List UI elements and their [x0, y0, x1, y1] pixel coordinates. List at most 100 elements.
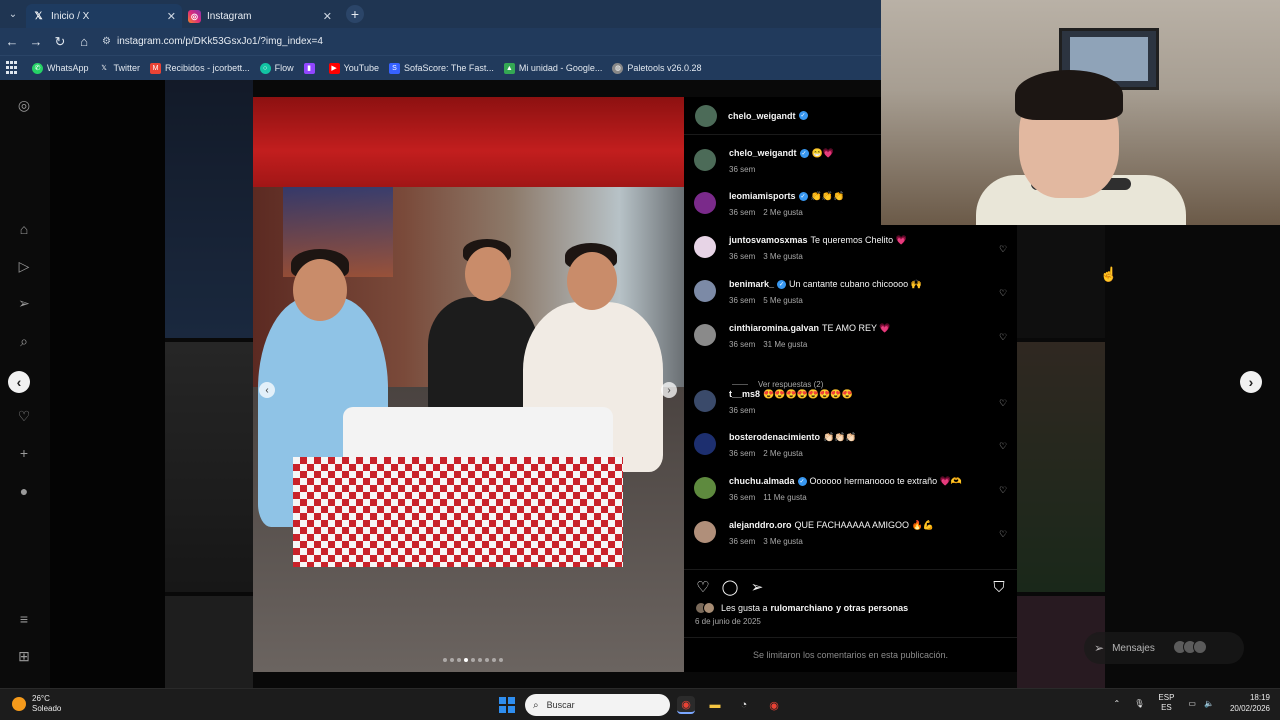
instagram-logo-icon[interactable]: ◎	[13, 94, 35, 116]
comment-meta: 36 sem 3 Me gusta	[729, 252, 803, 261]
comment-meta: 36 sem 5 Me gusta	[729, 296, 803, 305]
likes-summary[interactable]: Les gusta a rulomarchiano y otras person…	[695, 602, 908, 614]
chrome-profile-icon[interactable]: ◉	[765, 696, 783, 714]
carousel-next-icon[interactable]: ›	[661, 382, 677, 398]
comment-bubble-icon[interactable]: ◯	[721, 578, 739, 596]
comment-username[interactable]: alejanddro.oro	[729, 520, 792, 530]
language-indicator[interactable]: ESP ES	[1158, 693, 1174, 713]
bookmark-gmail[interactable]: M Recibidos - jcorbett...	[150, 62, 250, 74]
comment-username[interactable]: bosterodenacimiento	[729, 432, 820, 442]
comment-meta: 36 sem 3 Me gusta	[729, 537, 803, 546]
forward-button[interactable]: →	[24, 28, 48, 55]
comment-username[interactable]: t__ms8	[729, 389, 760, 399]
avatar[interactable]	[694, 521, 716, 543]
microphone-icon[interactable]: 🎙	[1134, 699, 1144, 708]
avatar[interactable]	[694, 324, 716, 346]
comment-likes[interactable]: 2 Me gusta	[763, 449, 803, 458]
file-explorer-icon[interactable]: ▬	[706, 696, 724, 714]
avatar[interactable]	[694, 149, 716, 171]
comment-meta: 36 sem 31 Me gusta	[729, 340, 807, 349]
comment-likes[interactable]: 5 Me gusta	[763, 296, 803, 305]
avatar[interactable]	[694, 477, 716, 499]
comment-like-heart-icon[interactable]: ♡	[999, 529, 1007, 540]
network-icon[interactable]: ▭	[1188, 699, 1196, 708]
avatar[interactable]	[694, 192, 716, 214]
bookmark-sofascore[interactable]: S SofaScore: The Fast...	[388, 62, 494, 74]
share-send-icon[interactable]: ➢	[748, 578, 766, 596]
close-icon[interactable]: ✕	[323, 10, 332, 23]
volume-icon[interactable]: 🔈	[1204, 699, 1214, 708]
like-heart-icon[interactable]: ♡	[694, 578, 712, 596]
home-button[interactable]: ⌂	[72, 28, 96, 55]
app-icon[interactable]: ◔	[735, 696, 753, 714]
x-logo-icon: 𝕏	[34, 10, 43, 22]
next-post-button[interactable]: ›	[1240, 371, 1262, 393]
avatar[interactable]	[694, 236, 716, 258]
comment-meta: 36 sem 2 Me gusta	[729, 208, 803, 217]
avatar[interactable]	[694, 390, 716, 412]
also-from-meta-icon[interactable]: ⊞	[13, 645, 35, 667]
back-button[interactable]: ←	[0, 28, 24, 55]
bookmark-youtube[interactable]: ▶ YouTube	[328, 62, 379, 74]
liked-by-user[interactable]: rulomarchiano	[771, 603, 834, 613]
save-bookmark-icon[interactable]: ⛉	[990, 578, 1008, 596]
author-avatar[interactable]	[695, 104, 717, 127]
carousel-prev-icon[interactable]: ‹	[259, 382, 275, 398]
bookmark-twitter[interactable]: 𝕏 Twitter	[99, 63, 140, 74]
post-photo[interactable]: ‹ ›	[253, 97, 684, 672]
comment-like-heart-icon[interactable]: ♡	[999, 244, 1007, 255]
comment-username[interactable]: juntosvamosxmas	[729, 235, 808, 245]
tab-search-chevron-icon[interactable]: ⌄	[0, 0, 26, 28]
more-menu-icon[interactable]: ≡	[13, 608, 35, 630]
new-tab-button[interactable]: +	[346, 5, 364, 23]
clock[interactable]: 18:19 20/02/2026	[1230, 692, 1270, 714]
site-info-icon[interactable]: ⚙	[102, 36, 111, 47]
comment-username[interactable]: chuchu.almada	[729, 476, 795, 486]
comment-likes[interactable]: 3 Me gusta	[763, 252, 803, 261]
comment-row: benimark_ ✓ Un cantante cubano chicoooo 🙌 3…	[684, 278, 1017, 318]
comment-likes[interactable]: 31 Me gusta	[763, 340, 807, 349]
search-icon[interactable]: ⌕	[13, 330, 35, 352]
messages-icon[interactable]: ➢	[13, 292, 35, 314]
comment-username[interactable]: leomiamisports	[729, 191, 796, 201]
weather-widget[interactable]: 26°C Soleado	[12, 694, 61, 714]
comment-likes[interactable]: 3 Me gusta	[763, 537, 803, 546]
reload-button[interactable]: ↻	[48, 28, 72, 55]
tab-instagram[interactable]: ◎ Instagram ✕	[182, 4, 338, 28]
avatar[interactable]	[694, 433, 716, 455]
previous-post-button[interactable]: ‹	[8, 371, 30, 393]
tab-x[interactable]: 𝕏 Inicio / X ✕	[26, 4, 182, 28]
url-bar[interactable]: ⚙ instagram.com/p/DKk53GsxJo1/?img_index…	[102, 30, 873, 53]
taskbar-search[interactable]: ⌕ Buscar	[525, 694, 670, 716]
bookmark-whatsapp[interactable]: ✆ WhatsApp	[32, 62, 89, 74]
comment-username[interactable]: benimark_	[729, 279, 774, 289]
close-icon[interactable]: ✕	[167, 10, 176, 23]
comment-username[interactable]: cinthiaromina.galvan	[729, 323, 819, 333]
comment-like-heart-icon[interactable]: ♡	[999, 485, 1007, 496]
liked-by-suffix[interactable]: y otras personas	[836, 603, 908, 613]
show-hidden-icons-chevron-icon[interactable]: ⌃	[1114, 699, 1121, 708]
bookmark-google-drive[interactable]: ▲ Mi unidad - Google...	[503, 62, 602, 74]
apps-grid-icon[interactable]	[6, 61, 20, 75]
create-plus-icon[interactable]: +	[13, 442, 35, 464]
reels-icon[interactable]: ▷	[13, 255, 35, 277]
comment-likes[interactable]: 11 Me gusta	[763, 493, 806, 502]
bookmark-twitch[interactable]: ▮	[303, 62, 319, 74]
messages-button[interactable]: ➢ Mensajes	[1084, 632, 1244, 664]
chrome-taskbar-icon[interactable]: ◉	[677, 696, 695, 714]
view-replies-link[interactable]: Ver respuestas (2)	[732, 380, 823, 389]
comment-like-heart-icon[interactable]: ♡	[999, 398, 1007, 409]
bookmark-flow[interactable]: ○ Flow	[259, 62, 294, 74]
notifications-heart-icon[interactable]: ♡	[13, 405, 35, 427]
profile-avatar-icon[interactable]: ●	[13, 480, 35, 502]
windows-start-icon[interactable]	[499, 697, 515, 713]
home-icon[interactable]: ⌂	[13, 218, 35, 240]
bookmark-paletools[interactable]: ◍ Paletools v26.0.28	[612, 62, 701, 74]
comment-like-heart-icon[interactable]: ♡	[999, 288, 1007, 299]
comment-username[interactable]: chelo_weigandt	[729, 148, 797, 158]
comment-like-heart-icon[interactable]: ♡	[999, 332, 1007, 343]
comment-likes[interactable]: 2 Me gusta	[763, 208, 803, 217]
author-username[interactable]: chelo_weigandt	[728, 111, 796, 121]
comment-like-heart-icon[interactable]: ♡	[999, 441, 1007, 452]
avatar[interactable]	[694, 280, 716, 302]
